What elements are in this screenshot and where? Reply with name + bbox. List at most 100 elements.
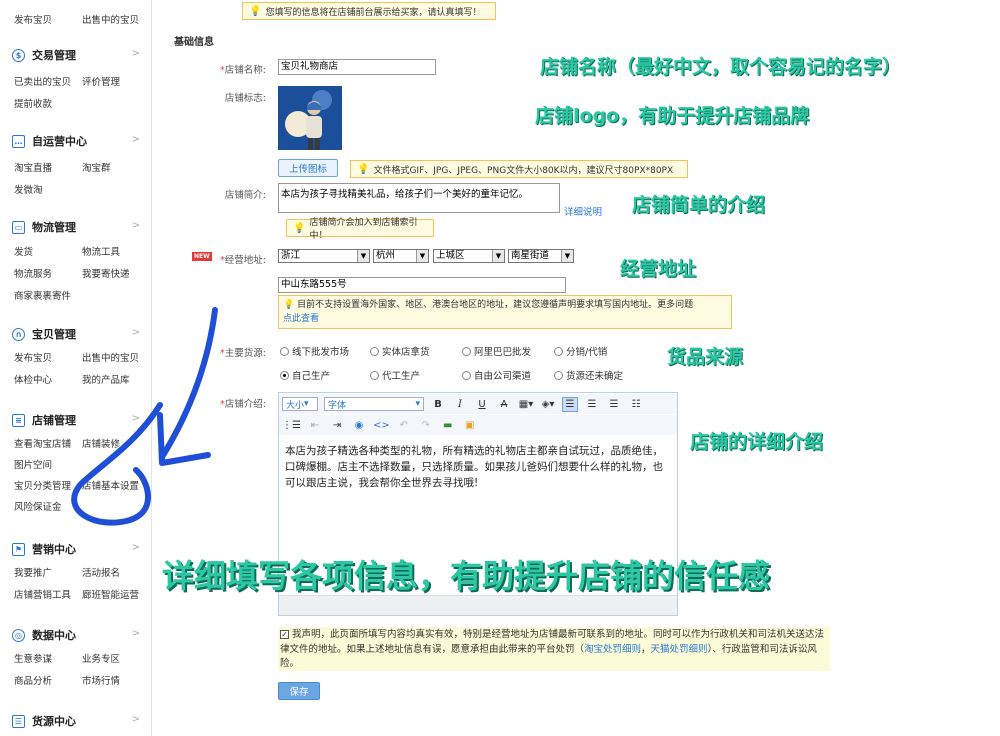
annotation-shop-name: 店铺名称（最好中文，取个容易记的名字） [540, 56, 902, 78]
sidebar-section-marketing[interactable]: ⚑ 营销中心 > [12, 540, 140, 558]
chevron-right-icon: > [131, 134, 140, 145]
sidebar-link[interactable]: 市场行情 [82, 671, 150, 693]
compass-icon: ◎ [12, 628, 25, 642]
hand-drawn-arrow [71, 307, 218, 526]
annotation-big: 详细填写各项信息，有助提升店铺的信任感 [162, 557, 771, 595]
sidebar-section-data[interactable]: ◎ 数据中心 > [12, 626, 140, 644]
emoji-icon[interactable]: ▣ [462, 418, 478, 433]
chevron-right-icon: > [131, 628, 140, 639]
source-radio[interactable]: 分销/代销 [554, 344, 607, 358]
sidebar-link[interactable]: 活动报名 [82, 563, 150, 585]
save-button[interactable]: 保存 [278, 682, 320, 700]
intro-textarea[interactable]: 本店为孩子寻找精美礼品，给孩子们一个美好的童年记忆。 [278, 183, 560, 213]
top-tip: 💡 您填写的信息将在店铺前台展示给买家，请认真填写！ [242, 2, 496, 20]
sidebar-link[interactable]: 出售中的宝贝 [82, 12, 150, 26]
sidebar-section-supply[interactable]: ☰ 货源中心 > [12, 712, 140, 730]
undo-icon[interactable]: ↶ [396, 418, 412, 433]
declaration-checkbox[interactable]: ✓ [280, 630, 289, 639]
italic-icon[interactable]: I [452, 397, 468, 412]
tmall-penalty-link[interactable]: 天猫处罚细则 [651, 644, 708, 655]
paint-bucket-icon[interactable]: ◈▾ [540, 397, 556, 412]
redo-icon[interactable]: ↷ [418, 418, 434, 433]
underline-icon[interactable]: U [474, 397, 490, 412]
address-tip-link[interactable]: 点此查看 [283, 314, 319, 324]
shop-logo-image [278, 86, 342, 150]
annotation-address: 经营地址 [620, 258, 697, 280]
align-center-icon[interactable]: ☰ [584, 397, 600, 412]
sidebar-link[interactable]: 已卖出的宝贝 [14, 72, 82, 94]
strikethrough-icon[interactable]: A [496, 397, 512, 412]
sidebar-link[interactable]: 淘宝直播 [14, 158, 82, 180]
source-radio[interactable]: 代工生产 [370, 368, 420, 382]
code-icon[interactable]: <> [373, 418, 390, 433]
annotation-source: 货品来源 [667, 346, 744, 368]
intro-label: 店铺简介: [224, 190, 266, 201]
source-radio[interactable]: 阿里巴巴批发 [462, 344, 531, 358]
upload-logo-button[interactable]: 上传图标 [278, 159, 338, 177]
sidebar-link[interactable]: 生意参谋 [14, 649, 82, 671]
sidebar-link[interactable]: 发布宝贝 [14, 12, 82, 26]
indent-icon[interactable]: ⇥ [329, 418, 345, 433]
sidebar-link[interactable]: 淘宝群 [82, 158, 150, 180]
address-detail-input[interactable]: 中山东路555号 [278, 277, 566, 293]
image-icon[interactable]: ▬ [440, 418, 456, 433]
editor-content[interactable]: 本店为孩子精选各种类型的礼物，所有精选的礼物店主都亲自试玩过，品质绝佳，口碑爆棚… [285, 443, 671, 491]
sidebar-link[interactable]: 物流服务 [14, 264, 82, 286]
sidebar-links: 发货 物流工具 物流服务 我要寄快递 商家裹裹寄件 [14, 242, 150, 308]
sidebar-link[interactable]: 廊班智能运营 [82, 585, 150, 607]
annotation-logo: 店铺logo，有助于提升店铺品牌 [535, 105, 810, 127]
city-select[interactable]: 杭州 ▼ [373, 249, 429, 263]
sidebar-link[interactable]: 提前收款 [14, 94, 82, 116]
sidebar-section-trade[interactable]: $ 交易管理 > [12, 46, 140, 64]
sidebar-link[interactable]: 店铺营销工具 [14, 585, 82, 607]
shop-name-input[interactable]: 宝贝礼物商店 [278, 59, 436, 75]
sidebar-link[interactable]: 物流工具 [82, 242, 150, 264]
street-select[interactable]: 南星街道 ▼ [508, 249, 574, 263]
sidebar-link[interactable]: 评价管理 [82, 72, 150, 94]
font-family-select[interactable]: 字体 ▾ [324, 397, 424, 411]
address-tip: 💡 目前不支持设置海外国家、地区、港澳台地区的地址，建议您遵循声明要求填写国内地… [278, 295, 732, 329]
sidebar-section-self-operation[interactable]: … 自运营中心 > [12, 132, 140, 150]
chevron-right-icon: > [131, 48, 140, 59]
chevron-right-icon: > [131, 220, 140, 231]
sidebar-link[interactable]: 我要寄快递 [82, 264, 150, 286]
sidebar-section-title: 物流管理 [32, 221, 76, 234]
source-radio[interactable]: 线下批发市场 [280, 344, 349, 358]
ordered-list-icon[interactable]: ⋮☰ [282, 418, 301, 433]
sidebar-section-logistics[interactable]: ▭ 物流管理 > [12, 218, 140, 236]
outdent-icon[interactable]: ⇤ [307, 418, 323, 433]
editor-footer [279, 595, 677, 615]
province-select[interactable]: 浙江 ▼ [278, 249, 370, 263]
annotation-intro: 店铺简单的介绍 [632, 194, 766, 216]
align-left-icon[interactable]: ☰ [562, 396, 578, 412]
chevron-right-icon: > [131, 714, 140, 725]
align-right-icon[interactable]: ☰ [606, 397, 622, 412]
list-icon[interactable]: ☷ [628, 397, 644, 412]
sidebar-section-title: 营销中心 [32, 543, 76, 556]
chevron-right-icon: > [131, 542, 140, 553]
font-size-select[interactable]: 大小 ▾ [282, 397, 318, 411]
sidebar-link[interactable]: 发货 [14, 242, 82, 264]
store-icon: ≡ [12, 413, 25, 427]
sidebar-link[interactable]: 发微淘 [14, 180, 82, 202]
sidebar-links: 已卖出的宝贝 评价管理 提前收款 [14, 72, 150, 116]
taobao-penalty-link[interactable]: 淘宝处罚细则 [584, 644, 641, 655]
sidebar-link[interactable]: 业务专区 [82, 649, 150, 671]
chat-icon: … [12, 134, 25, 148]
sidebar-link[interactable]: 商品分析 [14, 671, 82, 693]
source-radio[interactable]: 实体店拿货 [370, 344, 430, 358]
table-icon[interactable]: ▦▾ [518, 397, 534, 412]
bold-icon[interactable]: B [430, 397, 446, 412]
editor-toolbar-row2: ⋮☰ ⇤ ⇥ ◉ <> ↶ ↷ ▬ ▣ [279, 415, 677, 435]
district-select[interactable]: 上城区 ▼ [433, 249, 505, 263]
intro-help-link[interactable]: 详细说明 [564, 204, 602, 218]
link-icon[interactable]: ◉ [351, 418, 367, 433]
source-radio-selected[interactable]: 自己生产 [280, 368, 330, 382]
source-radio[interactable]: 货源还未确定 [554, 368, 623, 382]
bulb-icon: 💡 [357, 163, 370, 175]
logo-label: 店铺标志: [224, 93, 266, 104]
trade-icon: $ [12, 48, 25, 62]
sidebar-link[interactable]: 我要推广 [14, 563, 82, 585]
source-radio[interactable]: 自由公司渠道 [462, 368, 531, 382]
bulb-icon: 💡 [283, 300, 295, 310]
